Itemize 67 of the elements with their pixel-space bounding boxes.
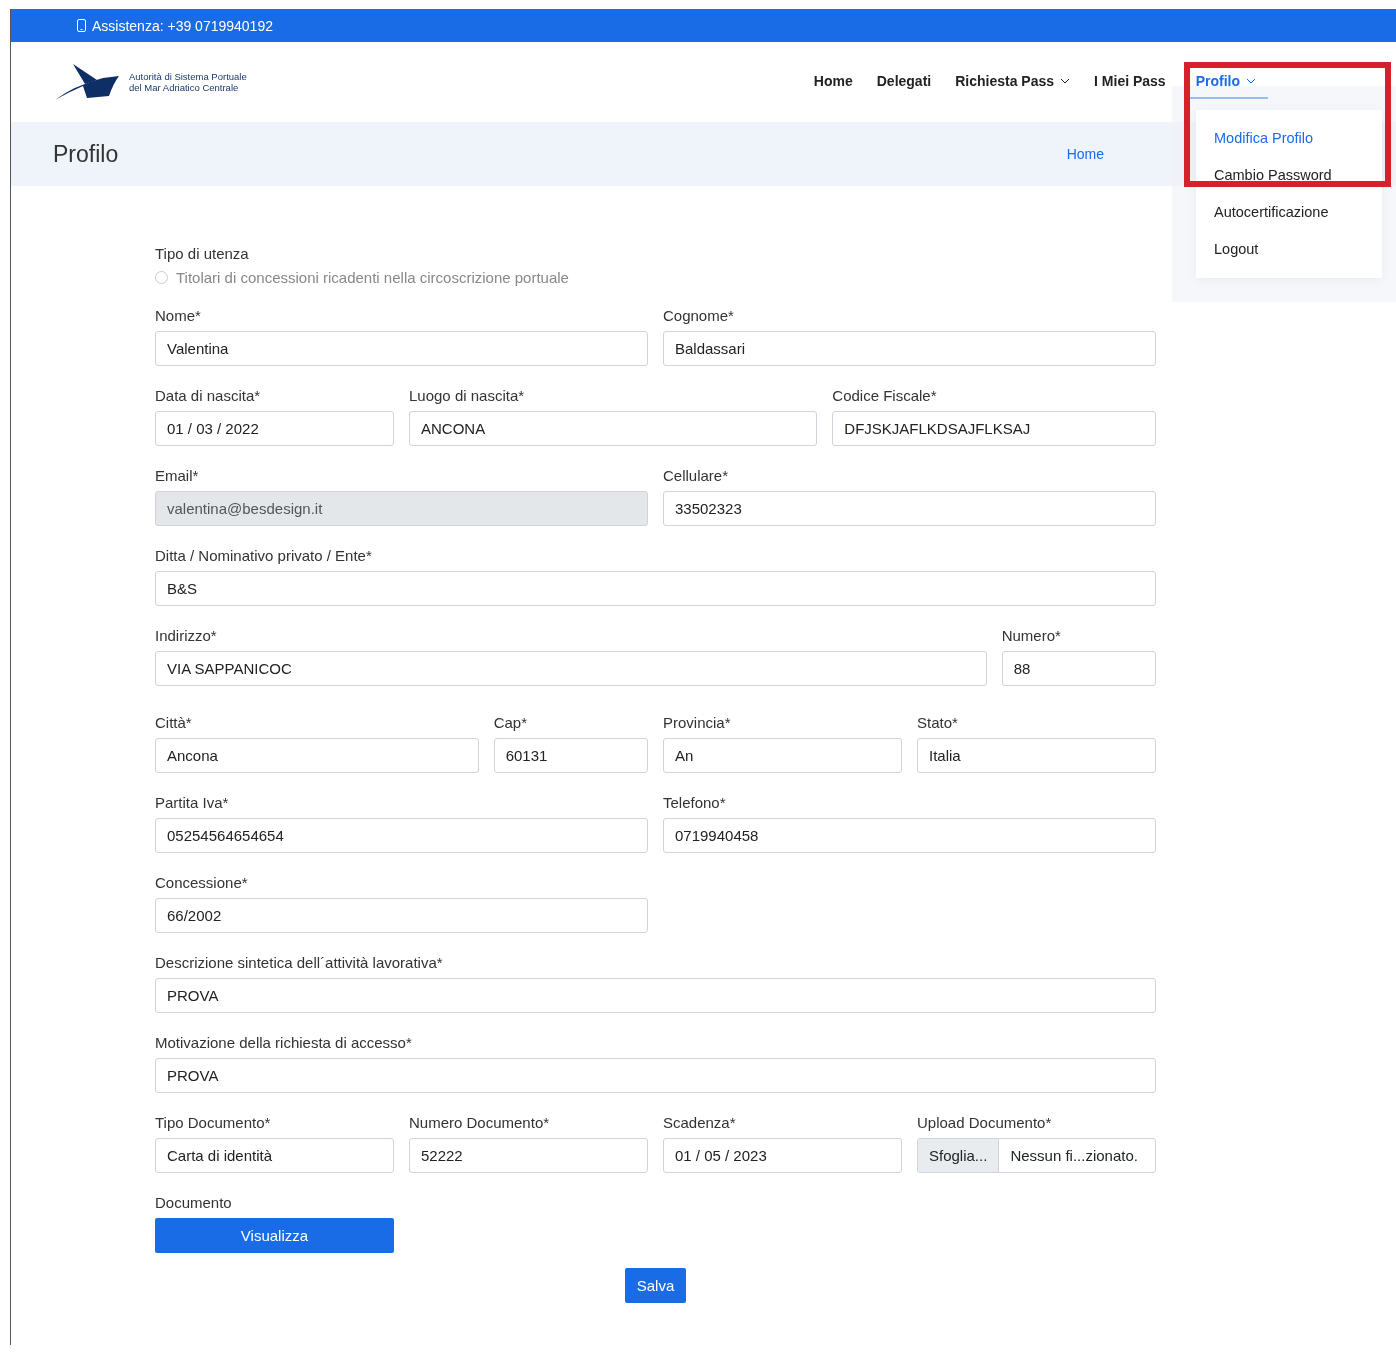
field-label: Cap* bbox=[493, 713, 528, 732]
field-label: Concessione* bbox=[155, 873, 249, 892]
input-field[interactable]: Italia bbox=[917, 738, 1156, 773]
field-label: Email* bbox=[155, 466, 200, 485]
menu-item[interactable]: Autocertificazione bbox=[1196, 194, 1382, 231]
field-label: Documento bbox=[155, 1193, 233, 1212]
field-label: Telefono* bbox=[663, 793, 727, 812]
nav-link[interactable]: Richiesta Pass bbox=[943, 65, 1083, 99]
page-title: Profilo bbox=[53, 140, 119, 168]
field-label: Nome* bbox=[155, 306, 202, 325]
menu-item[interactable]: Modifica Profilo bbox=[1196, 120, 1382, 157]
menu-item[interactable]: Logout bbox=[1196, 231, 1382, 268]
input-field[interactable]: ANCONA bbox=[409, 411, 818, 446]
phone-icon bbox=[77, 19, 86, 32]
input-field[interactable]: 0719940458 bbox=[663, 818, 1156, 853]
nav-link[interactable]: Profilo bbox=[1183, 65, 1268, 99]
field-label: Cognome* bbox=[663, 306, 735, 325]
radio-label: Titolari di concessioni ricadenti nella circoscrizione portuale bbox=[176, 269, 569, 286]
view-button[interactable]: Visualizza bbox=[155, 1218, 394, 1253]
field-label: Data di nascita* bbox=[155, 386, 262, 405]
caret-icon bbox=[1246, 78, 1256, 84]
save-button[interactable]: Salva bbox=[624, 1268, 687, 1303]
input-field[interactable]: 66/2002 bbox=[155, 898, 648, 933]
caret-icon bbox=[1060, 78, 1071, 84]
field-label: Tipo Documento* bbox=[155, 1113, 272, 1132]
input-field[interactable]: 33502323 bbox=[663, 491, 1156, 526]
file-upload-field[interactable]: Sfoglia... Nessun fi...zionato. bbox=[917, 1138, 1156, 1173]
input-field[interactable]: Valentina bbox=[155, 331, 648, 366]
field-label: Cellulare* bbox=[663, 466, 730, 485]
field-label: Scadenza* bbox=[663, 1113, 737, 1132]
nav-link[interactable]: I Miei Pass bbox=[1082, 65, 1178, 99]
input-field[interactable]: VIA SAPPANICOC bbox=[155, 651, 987, 686]
field-label: Stato* bbox=[917, 713, 959, 732]
input-field[interactable]: 52222 bbox=[409, 1138, 648, 1173]
field-label: Upload Documento* bbox=[917, 1113, 1053, 1132]
input-field[interactable]: B&S bbox=[155, 571, 1156, 606]
logo-text: Autorità di Sistema Portuale bbox=[129, 71, 247, 82]
input-field[interactable]: 01 / 03 / 2022 bbox=[155, 411, 394, 446]
field-label: Indirizzo* bbox=[155, 626, 218, 645]
input-field[interactable]: Baldassari bbox=[663, 331, 1156, 366]
menu-item[interactable]: Cambio Password bbox=[1196, 157, 1382, 194]
field-label: Ditta / Nominativo privato / Ente* bbox=[155, 546, 373, 565]
field-label: Provincia* bbox=[663, 713, 732, 732]
breadcrumb-link[interactable]: Home bbox=[1066, 146, 1104, 162]
field-label: Descrizione sintetica dell´attività lavorativa* bbox=[155, 953, 444, 972]
field-label: Numero Documento* bbox=[409, 1113, 551, 1132]
input-field[interactable]: DFJSKJAFLKDSAJFLKSAJ bbox=[832, 411, 1156, 446]
input-field[interactable]: 05254564654654 bbox=[155, 818, 648, 853]
input-field[interactable]: PROVA bbox=[155, 1058, 1156, 1093]
field-label: Codice Fiscale* bbox=[832, 386, 938, 405]
input-field[interactable]: Carta di identità bbox=[155, 1138, 394, 1173]
input-field[interactable]: 01 / 05 / 2023 bbox=[663, 1138, 902, 1173]
field-label: Motivazione della richiesta di accesso* bbox=[155, 1033, 413, 1052]
input-field[interactable]: 60131 bbox=[493, 738, 648, 773]
input-field[interactable]: PROVA bbox=[155, 978, 1156, 1013]
field-label: Città* bbox=[155, 713, 193, 732]
nav-link[interactable]: Home bbox=[801, 65, 865, 99]
input-field[interactable]: An bbox=[663, 738, 902, 773]
input-field[interactable]: Ancona bbox=[155, 738, 479, 773]
field-label: Partita Iva* bbox=[155, 793, 230, 812]
field-label: Numero* bbox=[1001, 626, 1062, 645]
nav-link[interactable]: Delegati bbox=[864, 65, 944, 99]
field-label: Luogo di nascita* bbox=[409, 386, 526, 405]
input-field[interactable]: 88 bbox=[1001, 651, 1156, 686]
support-phone: Assistenza: +39 0719940192 bbox=[92, 17, 273, 34]
logo-text: del Mar Adriatico Centrale bbox=[129, 82, 240, 93]
field-label: Tipo di utenza bbox=[155, 244, 250, 263]
